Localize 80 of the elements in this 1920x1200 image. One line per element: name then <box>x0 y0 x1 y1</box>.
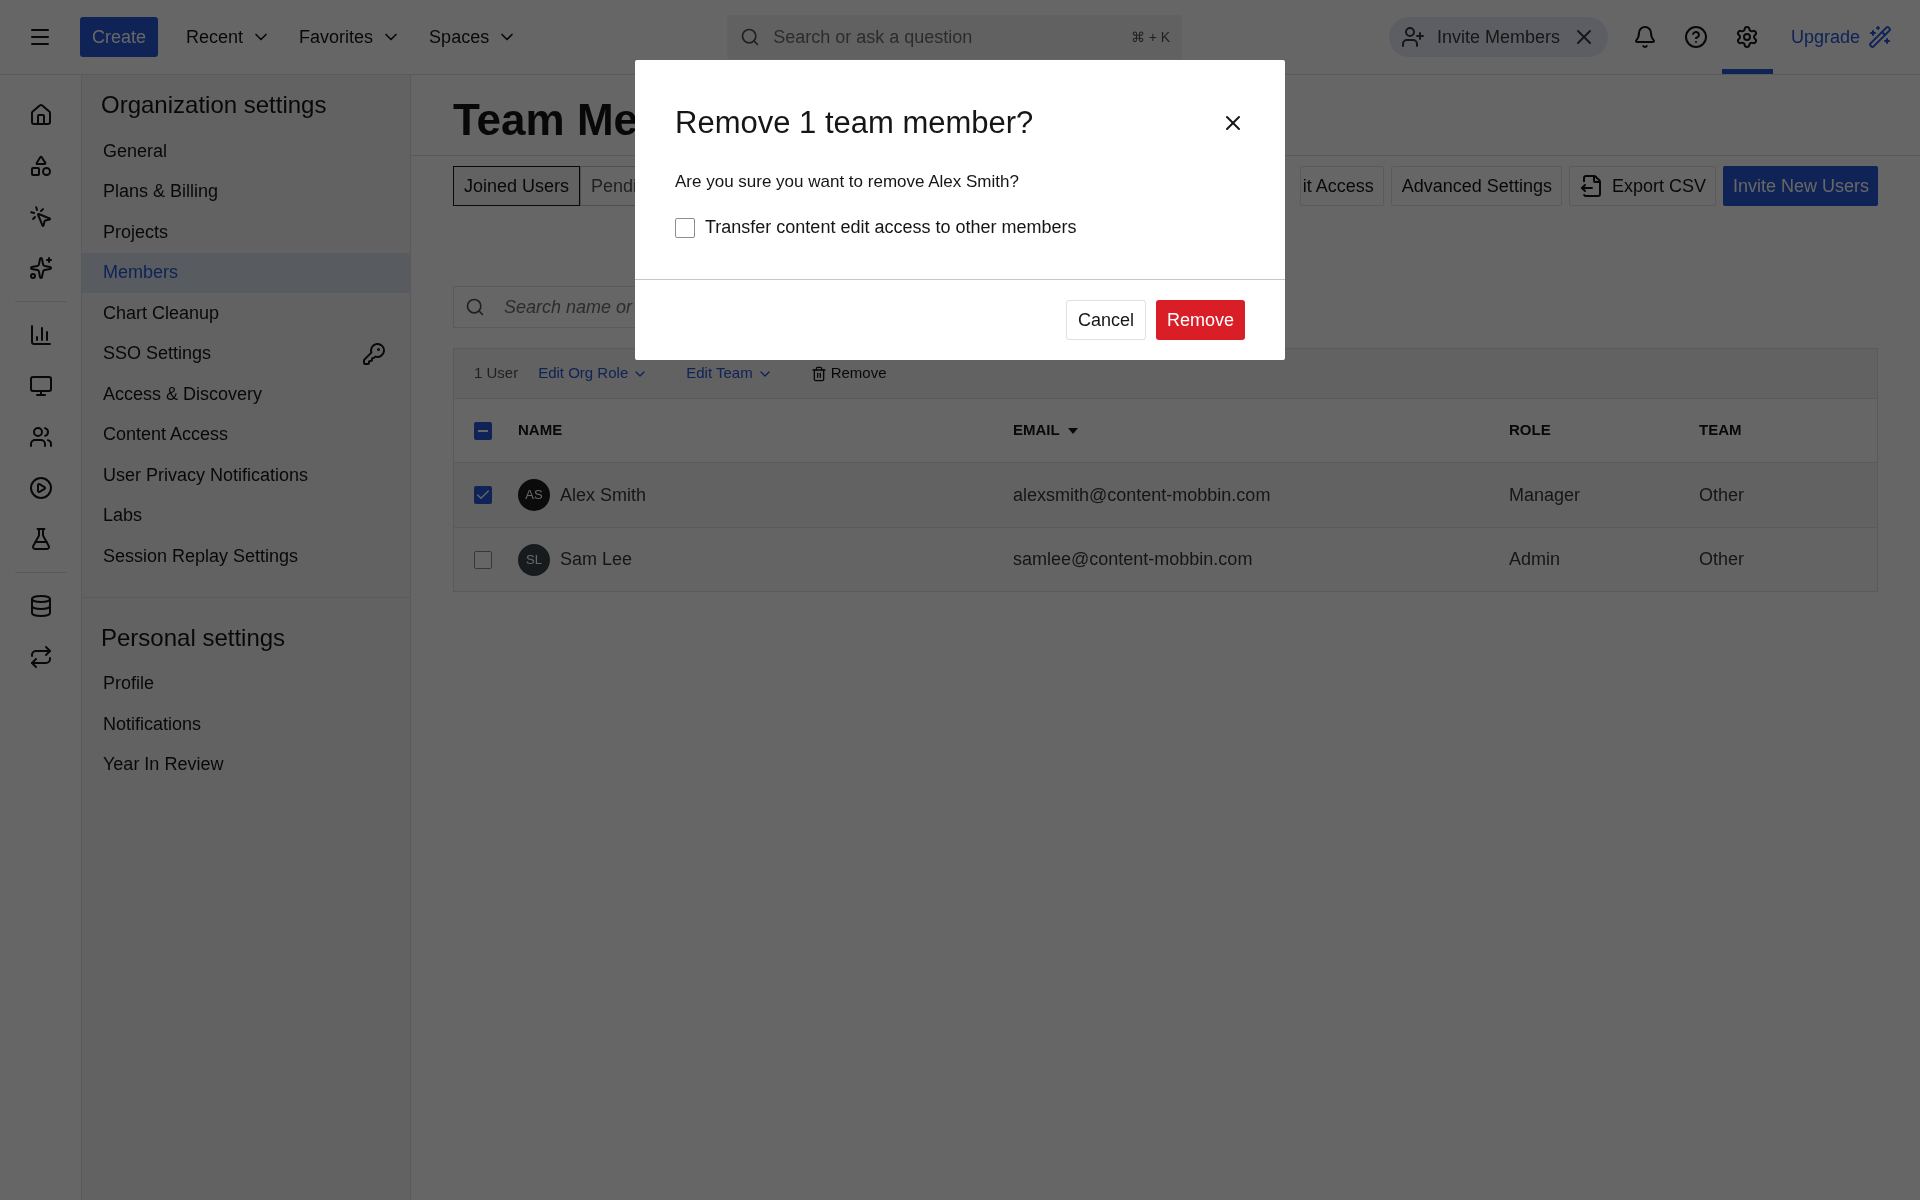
sidebar-item[interactable]: General <box>82 131 410 172</box>
section-title: Organization settings <box>100 90 328 120</box>
member-email: alexsmith@content-mobbin.com <box>1013 484 1271 505</box>
upgrade-link[interactable]: Upgrade <box>1790 23 1892 51</box>
avatar: SL <box>518 543 550 576</box>
section-title: Personal settings <box>100 622 287 653</box>
row-checkbox[interactable] <box>474 550 492 569</box>
sidebar-item[interactable]: Plans & Billing <box>82 171 410 212</box>
users-icon[interactable] <box>28 425 53 449</box>
sidebar-item[interactable]: Content Access <box>82 414 410 455</box>
sidebar-item[interactable]: SSO Settings <box>82 333 410 374</box>
sidebar-item[interactable]: Members <box>82 252 410 293</box>
sidebar-item[interactable]: Year In Review <box>82 744 410 785</box>
dialog-title: Remove 1 team member? <box>675 104 1034 142</box>
sort-icon <box>1067 427 1078 434</box>
member-role: Manager <box>1509 484 1581 505</box>
dialog-message: Are you sure you want to remove Alex Smith? <box>675 170 1020 193</box>
user-plus-icon <box>1400 25 1425 49</box>
column-header[interactable]: TEAM <box>1699 419 1742 442</box>
row-checkbox[interactable] <box>474 486 492 504</box>
chip-label: Invite Members <box>1436 25 1560 49</box>
sparkles-icon[interactable] <box>28 256 53 280</box>
magic-wand-icon <box>1868 25 1892 49</box>
trash-icon <box>810 365 827 382</box>
dropdown-action[interactable]: Edit Team <box>686 362 773 385</box>
shortcut-hint: ⌘ + K <box>1130 27 1171 47</box>
minus-icon <box>478 429 488 432</box>
export-icon <box>1579 174 1604 198</box>
bell-icon <box>1633 25 1658 49</box>
swap-icon[interactable] <box>28 645 53 669</box>
home-icon[interactable] <box>28 103 53 127</box>
export-button[interactable]: Export CSV <box>1568 166 1716 206</box>
column-header[interactable]: NAME <box>518 419 563 442</box>
sidebar-item[interactable]: User Privacy Notifications <box>82 455 410 496</box>
settings-icon <box>1735 25 1760 49</box>
key-icon <box>362 341 386 366</box>
column-header[interactable]: EMAIL <box>1013 419 1078 442</box>
sidebar-item[interactable]: Profile <box>82 663 410 704</box>
sidebar-item[interactable]: Session Replay Settings <box>82 536 410 577</box>
column-header[interactable]: ROLE <box>1509 419 1551 442</box>
member-name: Sam Lee <box>560 548 633 571</box>
nav-menu[interactable]: Recent <box>186 23 272 51</box>
invite-members-chip[interactable]: Invite Members <box>1388 17 1608 57</box>
invite-users-button[interactable]: Invite New Users <box>1722 166 1878 206</box>
selection-count: 1 User <box>474 363 519 384</box>
monitor-icon[interactable] <box>28 374 53 398</box>
database-icon[interactable] <box>28 594 53 618</box>
sidebar-item[interactable]: Labs <box>82 495 410 536</box>
member-email: samlee@content-mobbin.com <box>1013 549 1253 569</box>
sidebar-item[interactable]: Access & Discovery <box>82 374 410 415</box>
create-button[interactable]: Create <box>80 17 159 57</box>
avatar: AS <box>518 479 550 511</box>
member-name: Alex Smith <box>560 483 647 507</box>
tab[interactable]: Joined Users <box>453 166 581 206</box>
cancel-button[interactable]: Cancel <box>1065 300 1146 340</box>
nav-menu[interactable]: Favorites <box>299 23 402 51</box>
transfer-checkbox[interactable] <box>675 217 695 238</box>
play-circle-icon[interactable] <box>28 476 53 500</box>
select-all-checkbox[interactable] <box>474 421 492 440</box>
sidebar-item[interactable]: Chart Cleanup <box>82 293 410 334</box>
help-icon <box>1684 25 1709 49</box>
remove-button[interactable]: Remove <box>1155 300 1245 340</box>
member-team: Other <box>1699 484 1745 505</box>
dropdown-action[interactable]: Edit Org Role <box>538 362 649 385</box>
sidebar-item[interactable]: Projects <box>82 212 410 253</box>
page-title: Team Me <box>453 94 639 146</box>
bar-chart-icon[interactable] <box>28 323 53 347</box>
search-icon <box>465 297 485 317</box>
sidebar-item[interactable]: Notifications <box>82 704 410 745</box>
cursor-click-icon[interactable] <box>28 205 53 229</box>
checkbox-label: Transfer content edit access to other members <box>705 216 1077 239</box>
action-button[interactable]: it Access <box>1299 166 1384 206</box>
nav-menu[interactable]: Spaces <box>429 23 518 51</box>
shapes-icon[interactable] <box>28 154 53 178</box>
action-button[interactable]: Advanced Settings <box>1390 166 1562 206</box>
search-icon <box>740 27 761 47</box>
member-role: Admin <box>1509 549 1561 569</box>
member-team: Other <box>1699 549 1745 569</box>
table-row[interactable]: AS Alex Smith alexsmith@content-mobbin.com Manager Other <box>454 463 1877 527</box>
remove-action[interactable]: Remove <box>810 362 887 385</box>
